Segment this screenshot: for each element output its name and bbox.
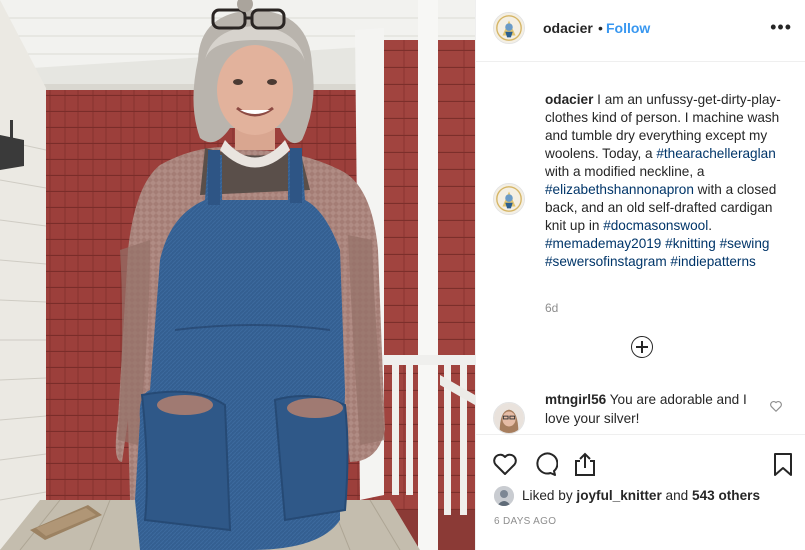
- caption-timestamp[interactable]: 6d: [545, 301, 558, 315]
- caption-username-link[interactable]: odacier: [545, 92, 593, 107]
- author-username-link[interactable]: odacier: [543, 20, 593, 36]
- post-actions-bar: Liked by joyful_knitter and 543 others 6…: [476, 434, 805, 550]
- caption-text: I am an unfussy-get-dirty-play-clothes k…: [545, 92, 781, 269]
- post-header: odacier • Follow •••: [476, 0, 805, 62]
- caption-text-segment: with a modified neckline, a: [545, 164, 705, 179]
- hashtag-link[interactable]: #docmasonswool: [603, 218, 708, 233]
- heart-icon[interactable]: [492, 451, 518, 477]
- header-separator: •: [598, 20, 603, 36]
- likes-others-link[interactable]: 543 others: [692, 488, 760, 503]
- caption-author-avatar[interactable]: [493, 183, 525, 215]
- share-icon[interactable]: [572, 451, 598, 477]
- hashtag-link[interactable]: #indiepatterns: [670, 254, 755, 269]
- comment-username-link[interactable]: mtngirl56: [545, 392, 606, 407]
- avatar-image: [494, 184, 524, 214]
- caption-text-segment: .: [708, 218, 713, 233]
- plus-circle-icon[interactable]: [631, 336, 653, 358]
- author-avatar[interactable]: [493, 12, 525, 44]
- bookmark-icon[interactable]: [770, 451, 796, 477]
- hashtag-link[interactable]: #thearachelleraglan: [656, 146, 775, 161]
- post-image: [0, 0, 475, 550]
- hashtag-link[interactable]: #sewersofinstagram: [545, 254, 667, 269]
- post-photo[interactable]: [0, 0, 475, 550]
- liker-username-link[interactable]: joyful_knitter: [576, 488, 661, 503]
- avatar-image: [494, 403, 524, 433]
- likes-middle: and: [661, 488, 693, 503]
- post-age[interactable]: 6 DAYS AGO: [494, 516, 556, 527]
- likes-prefix: Liked by: [522, 488, 577, 503]
- follow-button[interactable]: Follow: [606, 20, 650, 36]
- post-details-panel: odacier • Follow ••• odacier I am an unf…: [475, 0, 805, 550]
- likes-text: Liked by joyful_knitter and 543 others: [522, 488, 760, 503]
- comment: mtngirl56 You are adorable and I love yo…: [545, 390, 760, 428]
- post-caption: odacier I am an unfussy-get-dirty-play-c…: [545, 91, 790, 271]
- more-options-icon[interactable]: •••: [770, 18, 792, 36]
- comment-icon[interactable]: [532, 451, 558, 477]
- hashtag-link[interactable]: #sewing: [720, 236, 770, 251]
- hashtag-link[interactable]: #memademay2019: [545, 236, 661, 251]
- commenter-avatar[interactable]: [493, 402, 525, 434]
- hashtag-link[interactable]: #elizabethshannonapron: [545, 182, 694, 197]
- hashtag-link[interactable]: #knitting: [665, 236, 716, 251]
- comment-heart-icon[interactable]: [769, 399, 783, 413]
- liker-avatar[interactable]: [494, 486, 514, 506]
- avatar-image: [494, 13, 524, 43]
